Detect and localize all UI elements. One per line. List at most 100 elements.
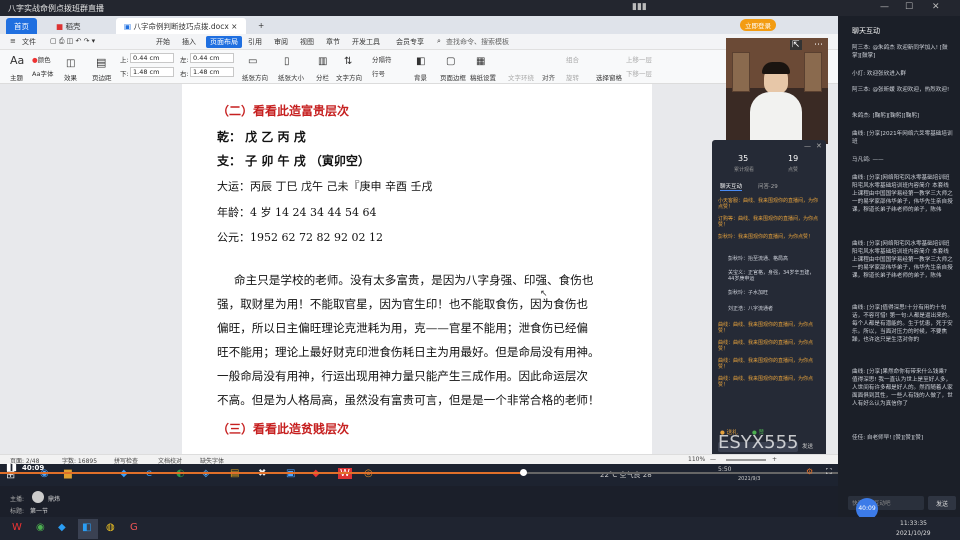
tab-docer-label: 稻壳 (65, 22, 81, 31)
taskbar-app-icon[interactable]: ◧ (82, 522, 91, 533)
paragraph-line: 偏旺，所以日主偏旺理论克泄耗为用，克——官星不能用；泄食伤已经偏 (217, 321, 589, 335)
chat-send-button[interactable]: 发送 (802, 442, 813, 450)
search-icon[interactable]: ⌕ (437, 37, 441, 46)
theme-button[interactable]: 主题 (10, 72, 23, 82)
manuscript-button[interactable]: 稿纸设置 (470, 72, 496, 82)
tab-chat[interactable]: 聊天互动 (720, 182, 743, 191)
orientation-icon[interactable]: ▭ (248, 56, 257, 67)
tab-docer[interactable]: ■ 稻壳 (48, 18, 88, 34)
progress-handle[interactable] (520, 469, 527, 476)
login-button[interactable]: 立即登录 (740, 19, 776, 31)
effects-button[interactable]: 效果 (64, 72, 77, 82)
margin-top-input[interactable]: 0.44 cm (130, 53, 174, 63)
chat-message: 小灯: 欢迎张欣进入群 (852, 71, 907, 77)
page-border-icon[interactable]: ▢ (446, 56, 455, 67)
taskbar-app-icon[interactable]: ◆ (58, 522, 66, 533)
margins-button[interactable]: 页边距 (92, 72, 112, 82)
host-avatar[interactable] (32, 491, 44, 503)
viewers-count: 35 (738, 154, 749, 163)
menu-review[interactable]: 审阅 (274, 37, 288, 47)
tab-qa[interactable]: 问答·29 (758, 182, 778, 190)
menu-view[interactable]: 视图 (300, 37, 314, 47)
margin-bottom-input[interactable]: 1.48 cm (130, 67, 174, 77)
chat-message: 曲线：曲线、我来围观你的直播间，为你点赞！ (718, 322, 814, 334)
maximize-icon[interactable]: ☐ (905, 2, 913, 12)
bring-forward-button[interactable]: 上移一层 (626, 54, 652, 64)
menu-dev-tools[interactable]: 开发工具 (352, 37, 380, 47)
share-icon[interactable]: ⇱ (790, 40, 802, 50)
wechat-icon[interactable]: ◉ (36, 522, 45, 533)
taskbar-app-icon[interactable]: G (130, 522, 138, 533)
menu-references[interactable]: 引用 (248, 37, 262, 47)
taskbar-app-icon[interactable]: ◍ (106, 522, 115, 533)
teacher-body (750, 92, 802, 144)
fonts-button[interactable]: Aa字体 (32, 68, 53, 78)
player-controls: ▮▮ 40:09 ⛶ ⚙ (0, 458, 838, 486)
orientation-button[interactable]: 纸张方向 (242, 72, 268, 82)
line-number-button[interactable]: 行号 (372, 68, 385, 78)
new-tab-icon[interactable]: + (250, 18, 272, 34)
tab-document[interactable]: ▣ 八字命例判断技巧点拨.docx × (116, 18, 246, 34)
page-border-button[interactable]: 页面边框 (440, 72, 466, 82)
selection-pane-button[interactable]: 选择窗格 (596, 72, 622, 82)
tab-home[interactable]: 首页 (6, 18, 37, 34)
chat-message: 彭秋玲：我来围观你的直播间，为你点赞！ (718, 234, 814, 240)
background-icon[interactable]: ◧ (416, 56, 425, 67)
windows-taskbar: W ◉ ◆ ◧ ◍ G 11:33:35 2021/10/29 (0, 517, 960, 540)
menu-chapter[interactable]: 章节 (326, 37, 340, 47)
text-direction-button[interactable]: 文字方向 (336, 72, 362, 82)
menu-member[interactable]: 会员专享 (396, 37, 424, 47)
manuscript-icon[interactable]: ▦ (476, 56, 485, 67)
chat-message: 曲线：曲线、我来围观你的直播间，为你点赞！ (718, 376, 814, 388)
effects-icon[interactable]: ◫ (66, 58, 75, 69)
watermark-text: ESYX555 (718, 432, 799, 453)
separator-button[interactable]: 分隔符 (372, 54, 392, 64)
progress-fill (0, 472, 522, 474)
send-backward-button[interactable]: 下移一层 (626, 68, 652, 78)
chat-message: 小天客服：曲线、我来围观你的直播间，为你点赞！ (718, 198, 819, 210)
chat-message: 阿三本: @朱鸽杰 欢迎新同学加入! [鼓掌][鼓掌] (852, 45, 948, 59)
volume-icon[interactable]: ▮▮▮ (632, 2, 647, 12)
theme-icon[interactable]: Aa (10, 54, 24, 67)
popup-minimize-icon[interactable]: — (804, 142, 811, 150)
group-button[interactable]: 组合 (566, 54, 579, 64)
chat-message: 朱鸽杰: [鞠躬][鞠躬][鞠躬] (852, 113, 920, 119)
paragraph-line: 一般命局没有用神，行运出现用神力量只能产生三成作用。因此命运层次 (217, 369, 589, 383)
settings-icon[interactable]: ⚙ (806, 467, 813, 476)
columns-button[interactable]: 分栏 (316, 72, 329, 82)
mouse-cursor-icon: ↖ (540, 289, 548, 299)
margin-right-input[interactable]: 1.48 cm (190, 67, 234, 77)
paper-size-button[interactable]: 纸张大小 (278, 72, 304, 82)
chat-message: 曲线: [分享]果然命你有带来什么钱乘? 值得深思! 我一直认为世上是至好人多，… (852, 369, 953, 407)
title-label: 标题: (10, 508, 25, 515)
quick-access-icons[interactable]: ▢ ⎙ ◫ ↶ ↷ ▾ (50, 37, 95, 46)
menu-insert[interactable]: 插入 (182, 37, 196, 47)
fullscreen-icon[interactable]: ⛶ (826, 467, 832, 477)
close-icon[interactable]: ✕ (932, 2, 940, 12)
colors-button[interactable]: ●颜色 (32, 54, 51, 64)
columns-icon[interactable]: ▥ (318, 56, 327, 67)
wps-tab-row: 首页 ■ 稻壳 ▣ 八字命例判断技巧点拨.docx × + 立即登录 (0, 16, 838, 34)
menu-page-layout[interactable]: 页面布局 (206, 36, 242, 48)
taskbar-app-icon[interactable]: W (12, 522, 22, 533)
text-direction-icon[interactable]: ⇅ (344, 56, 352, 67)
background-button[interactable]: 背景 (414, 72, 427, 82)
search-commands-input[interactable]: 查找命令、搜索模板 (446, 37, 509, 47)
tab-close-icon[interactable]: × (231, 22, 237, 31)
file-menu[interactable]: 文件 (22, 37, 36, 47)
text-wrap-button[interactable]: 文字环绕 (508, 72, 534, 82)
more-icon[interactable]: ⋯ (814, 40, 823, 50)
session-title: 第一节 (30, 508, 49, 515)
menu-icon[interactable]: ≡ (10, 37, 16, 45)
align-button[interactable]: 对齐 (542, 72, 555, 82)
margins-icon[interactable]: ▤ (96, 56, 106, 69)
margin-left-input[interactable]: 0.44 cm (190, 53, 234, 63)
paper-size-icon[interactable]: ▯ (284, 56, 290, 67)
popup-close-icon[interactable]: ✕ (816, 142, 822, 150)
chat-message: 马凡鸽: —— (852, 157, 884, 163)
minimize-icon[interactable]: — (880, 2, 889, 12)
chat-panel-send-button[interactable]: 发送 (928, 496, 956, 510)
rotate-button[interactable]: 旋转 (566, 72, 579, 82)
menu-home[interactable]: 开始 (156, 37, 170, 47)
document-page[interactable]: （二）看看此造富贵层次 乾： 戊 乙 丙 戌 支： 子 卯 午 戌 （寅卯空） … (182, 84, 652, 454)
